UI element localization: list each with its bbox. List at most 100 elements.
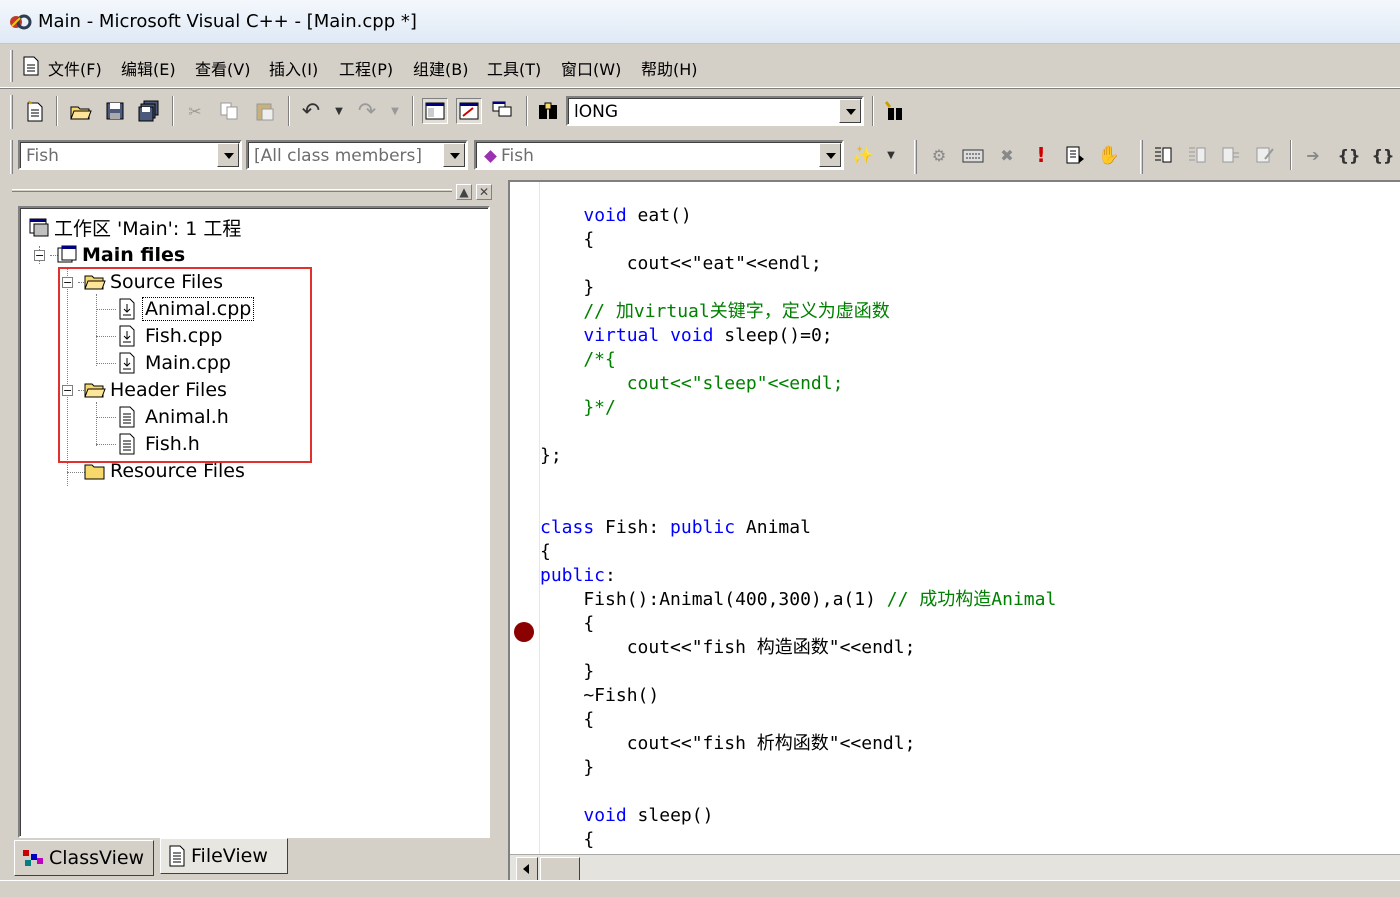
- paste-icon[interactable]: [252, 98, 278, 124]
- document-icon[interactable]: [22, 56, 40, 76]
- workspace-maximize-icon[interactable]: ▲: [456, 184, 472, 200]
- code-line[interactable]: };: [540, 444, 562, 468]
- editor-gutter[interactable]: [510, 182, 540, 854]
- code-line[interactable]: // 加virtual关键字，定义为虚函数: [540, 300, 889, 324]
- stop-build-icon[interactable]: ✖: [994, 142, 1020, 168]
- wizard-dropdown-icon[interactable]: ▼: [878, 142, 904, 168]
- class-combo-dropdown-icon[interactable]: [217, 143, 239, 167]
- tab-classview[interactable]: ClassView: [14, 840, 154, 876]
- next-arrow-icon[interactable]: ➔: [1300, 142, 1326, 168]
- menu-tools[interactable]: 工具(T): [487, 56, 541, 80]
- code-line[interactable]: {: [540, 828, 594, 852]
- code-line[interactable]: {: [540, 708, 594, 732]
- build-icon[interactable]: [960, 142, 986, 168]
- toolbar-grip[interactable]: [10, 95, 13, 129]
- cut-icon[interactable]: ✂: [182, 98, 208, 124]
- filter-combo[interactable]: [All class members]: [246, 140, 468, 170]
- code-line[interactable]: }: [540, 660, 594, 684]
- code-line[interactable]: {: [540, 228, 594, 252]
- code-line[interactable]: virtual void sleep()=0;: [540, 324, 832, 348]
- code-line[interactable]: cout<<"eat"<<endl;: [540, 252, 822, 276]
- edit-toolbar-grip[interactable]: [1140, 140, 1143, 174]
- window-list-icon[interactable]: [490, 98, 516, 124]
- redo-dropdown-icon[interactable]: ▼: [382, 98, 408, 124]
- output-window-icon[interactable]: [456, 98, 482, 124]
- code-line[interactable]: ~Fish(): [540, 684, 659, 708]
- find-icon[interactable]: [882, 98, 908, 124]
- workspace-drag-bar[interactable]: [12, 189, 452, 192]
- workspace-window-icon[interactable]: [422, 98, 448, 124]
- save-icon[interactable]: [102, 98, 128, 124]
- menu-help[interactable]: 帮助(H): [641, 56, 698, 80]
- workspace-root-node[interactable]: 工作区 'Main': 1 工程: [28, 214, 241, 240]
- visual-cpp-icon: [10, 14, 32, 30]
- menu-window[interactable]: 窗口(W): [561, 56, 621, 80]
- redo-icon[interactable]: ↷: [354, 98, 380, 124]
- code-line[interactable]: /*{: [540, 348, 616, 372]
- class-combo[interactable]: Fish: [18, 140, 242, 170]
- code-text: {: [540, 613, 595, 634]
- comment-icon[interactable]: [1218, 142, 1244, 168]
- code-line[interactable]: void eat(): [540, 204, 691, 228]
- scroll-left-icon[interactable]: [516, 857, 538, 881]
- open-folder-icon[interactable]: [68, 98, 94, 124]
- project-icon: [57, 245, 77, 263]
- save-all-icon[interactable]: [136, 98, 162, 124]
- project-node[interactable]: Main files: [56, 242, 185, 268]
- code-line[interactable]: {: [540, 612, 594, 636]
- uncomment-icon[interactable]: [1252, 142, 1278, 168]
- collapse-project-icon[interactable]: −: [34, 250, 45, 261]
- code-line[interactable]: public:: [540, 564, 616, 588]
- undo-icon[interactable]: ↶: [298, 98, 324, 124]
- code-editor[interactable]: void eat() { cout<<"eat"<<endl; } // 加vi…: [508, 180, 1400, 882]
- breakpoint-icon[interactable]: [514, 622, 534, 642]
- wizard-wand-icon[interactable]: ✨: [850, 142, 876, 168]
- copy-icon[interactable]: [216, 98, 242, 124]
- go-icon[interactable]: [1062, 142, 1088, 168]
- code-line[interactable]: Fish():Animal(400,300),a(1) // 成功构造Anima…: [540, 588, 1056, 612]
- code-line[interactable]: {: [540, 540, 551, 564]
- breakpoint-hand-icon[interactable]: ✋: [1096, 142, 1122, 168]
- menu-project[interactable]: 工程(P): [339, 56, 393, 80]
- step-into-icon[interactable]: {}: [1336, 142, 1362, 168]
- toolbar-separator: [1290, 140, 1292, 170]
- code-line[interactable]: }: [540, 276, 594, 300]
- horizontal-scrollbar[interactable]: [510, 854, 1400, 882]
- menu-build[interactable]: 组建(B): [413, 56, 468, 80]
- find-combo-dropdown-icon[interactable]: [839, 99, 861, 123]
- find-in-files-icon[interactable]: [536, 98, 562, 124]
- compile-icon[interactable]: ⚙: [926, 142, 952, 168]
- code-line[interactable]: void sleep(): [540, 804, 713, 828]
- find-combo[interactable]: lONG: [566, 96, 864, 126]
- build-toolbar-grip[interactable]: [914, 140, 917, 174]
- code-line[interactable]: cout<<"fish 构造函数"<<endl;: [540, 636, 916, 660]
- toolbar-separator: [872, 96, 874, 126]
- new-text-file-icon[interactable]: [22, 98, 48, 124]
- undo-dropdown-icon[interactable]: ▼: [326, 98, 352, 124]
- member-combo-dropdown-icon[interactable]: [819, 143, 841, 167]
- code-line[interactable]: }: [540, 756, 594, 780]
- code-keyword: class: [540, 517, 595, 538]
- filter-combo-dropdown-icon[interactable]: [443, 143, 465, 167]
- menu-view[interactable]: 查看(V): [195, 56, 250, 80]
- code-line[interactable]: cout<<"sleep"<<endl;: [540, 372, 844, 396]
- step-over-icon[interactable]: {}: [1370, 142, 1396, 168]
- code-line[interactable]: cout<<"fish 析构函数"<<endl;: [540, 732, 916, 756]
- wizardbar-grip[interactable]: [10, 140, 13, 174]
- code-line[interactable]: }*/: [540, 396, 616, 420]
- tab-fileview-label: FileView: [191, 845, 268, 867]
- menu-insert[interactable]: 插入(I): [269, 56, 318, 80]
- menu-edit[interactable]: 编辑(E): [121, 56, 176, 80]
- menu-file[interactable]: 文件(F): [48, 56, 102, 80]
- workspace-close-icon[interactable]: ✕: [476, 184, 492, 200]
- outdent-icon[interactable]: [1184, 142, 1210, 168]
- scroll-thumb[interactable]: [540, 857, 580, 881]
- indent-icon[interactable]: [1150, 142, 1176, 168]
- menubar-grip[interactable]: [10, 50, 13, 82]
- code-line[interactable]: class Fish: public Animal: [540, 516, 811, 540]
- tab-fileview[interactable]: FileView: [160, 838, 288, 874]
- member-diamond-icon: [484, 150, 497, 163]
- code-text: };: [540, 445, 562, 466]
- execute-icon[interactable]: !: [1028, 142, 1054, 168]
- member-combo[interactable]: Fish: [474, 140, 844, 170]
